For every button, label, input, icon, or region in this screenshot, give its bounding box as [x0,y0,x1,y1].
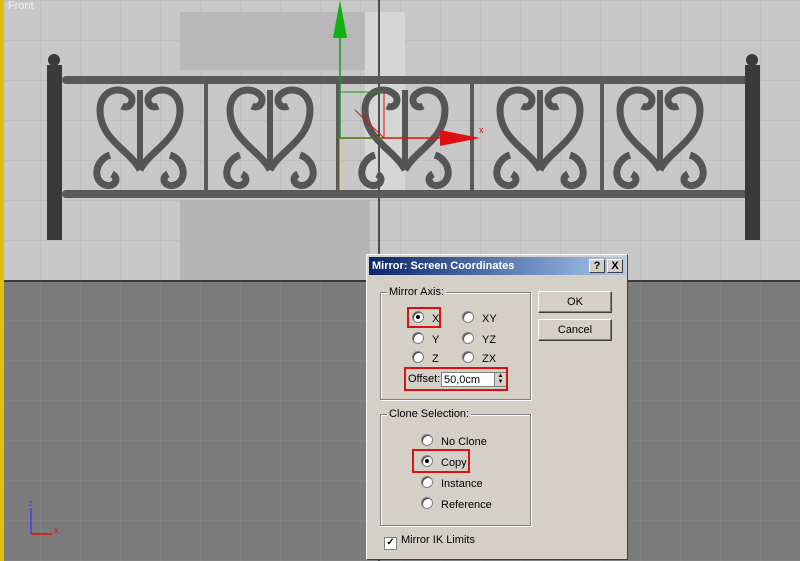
gizmo-x-label: x [479,125,484,135]
highlight-offset [404,367,508,391]
highlight-copy [412,449,470,473]
clone-radio-no-clone[interactable]: No Clone [421,434,487,448]
radio-dot [421,476,433,488]
dialog-title: Mirror: Screen Coordinates [372,260,515,272]
dialog-titlebar[interactable]: Mirror: Screen Coordinates ? X [369,257,625,275]
radio-label: Y [432,334,440,346]
radio-label: Instance [441,478,483,490]
checkbox-label: Mirror IK Limits [401,534,475,546]
viewport-label[interactable]: Front [8,0,34,12]
radio-label: ZX [482,353,497,365]
clone-radio-instance[interactable]: Instance [421,476,483,490]
radio-dot [462,311,474,323]
axis-tripod: z x [26,498,66,538]
axis-radio-xy[interactable]: XY [462,311,497,325]
radio-dot [412,351,424,363]
mirror-axis-group: Mirror Axis: X XY Y YZ Z ZX Offset: ▲▼ [380,286,531,400]
axis-radio-yz[interactable]: YZ [462,332,496,346]
mirror-dialog: Mirror: Screen Coordinates ? X Mirror Ax… [366,254,628,560]
tripod-x-label: x [54,525,59,535]
mirror-ik-checkbox[interactable]: ✓ Mirror IK Limits [384,533,475,550]
radio-label: YZ [482,334,497,346]
radio-dot [421,497,433,509]
checkbox-box: ✓ [384,537,397,550]
axis-radio-zx[interactable]: ZX [462,351,496,365]
axis-radio-y[interactable]: Y [412,332,439,346]
radio-dot [412,332,424,344]
clone-selection-group: Clone Selection: No Clone Copy Instance … [380,408,531,526]
radio-label: Reference [441,499,492,511]
help-button[interactable]: ? [589,259,605,273]
radio-dot [421,434,433,446]
radio-label: Z [432,353,439,365]
radio-dot [462,332,474,344]
cancel-button[interactable]: Cancel [538,319,612,341]
mirror-axis-title: Mirror Axis: [387,286,446,298]
radio-label: XY [482,313,497,325]
close-button[interactable]: X [607,259,623,273]
clone-radio-reference[interactable]: Reference [421,497,492,511]
clone-selection-title: Clone Selection: [387,408,472,420]
tripod-z-label: z [28,498,33,508]
axis-radio-z[interactable]: Z [412,351,439,365]
highlight-x [407,307,441,328]
radio-label: No Clone [441,436,487,448]
radio-dot [462,351,474,363]
ok-button[interactable]: OK [538,291,612,313]
